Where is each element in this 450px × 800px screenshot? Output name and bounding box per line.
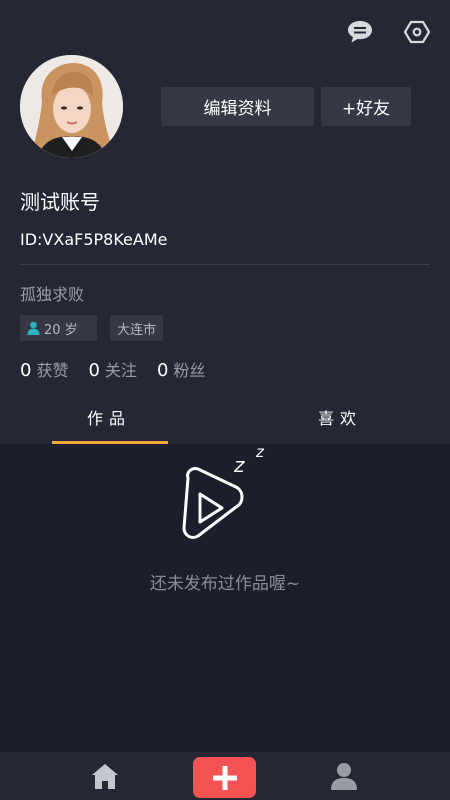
stat-fans[interactable]: 0 粉丝 bbox=[157, 357, 205, 381]
active-tab-indicator bbox=[52, 441, 168, 444]
stat-likes-count: 0 bbox=[20, 360, 32, 381]
user-id: ID:VXaF5P8KeAMe bbox=[20, 230, 168, 249]
svg-text:z: z bbox=[255, 443, 265, 461]
add-button[interactable] bbox=[193, 757, 256, 798]
city-tag: 大连市 bbox=[110, 315, 164, 341]
stat-likes-label: 获赞 bbox=[36, 361, 69, 380]
person-icon bbox=[27, 321, 40, 335]
svg-text:z: z bbox=[233, 453, 245, 477]
stat-following[interactable]: 0 关注 bbox=[88, 357, 136, 381]
avatar[interactable] bbox=[20, 55, 123, 158]
city-tag-label: 大连市 bbox=[117, 322, 157, 338]
hexagon-settings-icon[interactable] bbox=[401, 16, 433, 48]
home-icon[interactable] bbox=[90, 762, 120, 794]
tab-works[interactable]: 作品 bbox=[87, 405, 131, 429]
add-friend-label: +好友 bbox=[341, 99, 391, 119]
empty-state-text: 还未发布过作品喔~ bbox=[149, 574, 301, 594]
divider bbox=[20, 264, 430, 265]
stat-fans-count: 0 bbox=[156, 360, 169, 381]
edit-profile-label: 编辑资料 bbox=[203, 99, 272, 119]
chat-bubble-icon[interactable] bbox=[344, 16, 376, 48]
stat-fans-label: 粉丝 bbox=[173, 361, 206, 380]
stat-likes[interactable]: 0 获赞 bbox=[20, 357, 68, 381]
plus-icon bbox=[212, 765, 238, 791]
stat-following-count: 0 bbox=[88, 360, 100, 381]
signature: 孤独求败 bbox=[20, 285, 85, 304]
age-tag: 20 岁 bbox=[20, 315, 97, 341]
sleeping-play-icon: z z bbox=[178, 440, 274, 548]
stats-row: 0 获赞 0 关注 0 粉丝 bbox=[20, 357, 225, 381]
person-icon[interactable] bbox=[330, 761, 358, 795]
stat-following-label: 关注 bbox=[104, 361, 137, 380]
age-tag-label: 20 岁 bbox=[44, 322, 78, 338]
add-friend-button[interactable]: +好友 bbox=[321, 87, 411, 126]
edit-profile-button[interactable]: 编辑资料 bbox=[161, 87, 314, 126]
tab-likes[interactable]: 喜欢 bbox=[318, 405, 362, 429]
nickname: 测试账号 bbox=[20, 190, 100, 214]
